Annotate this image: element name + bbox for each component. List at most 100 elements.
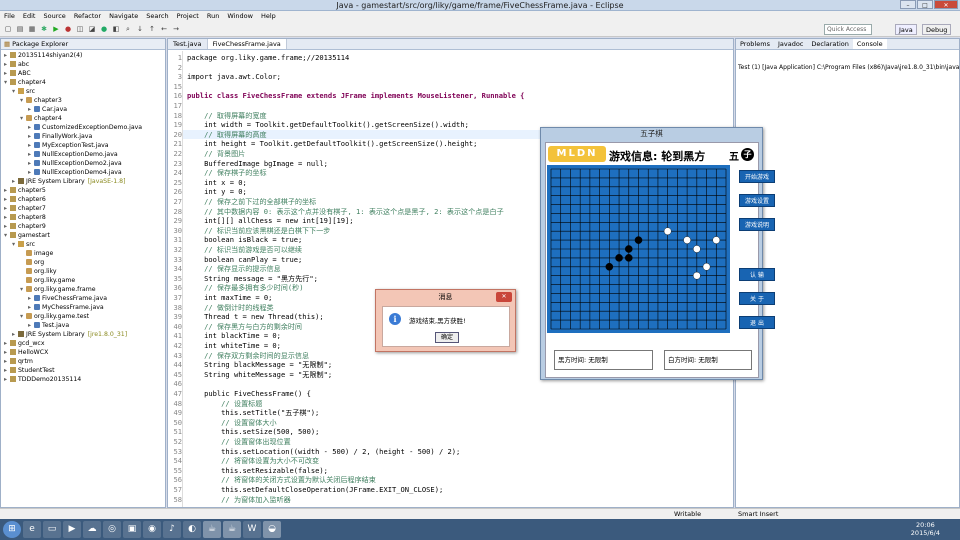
menu-project[interactable]: Project bbox=[177, 11, 199, 22]
firefox-icon[interactable]: ◉ bbox=[143, 521, 161, 538]
code-line[interactable]: // 取得屏幕的高度 bbox=[187, 130, 266, 140]
tree-item[interactable]: org.liky.game bbox=[1, 276, 165, 285]
next-annotation-icon[interactable]: ↓ bbox=[135, 24, 145, 34]
tree-item[interactable]: ▸ FiveChessFrame.java bbox=[1, 294, 165, 303]
new-icon[interactable]: ▢ bbox=[3, 24, 13, 34]
code-line[interactable]: public FiveChessFrame() { bbox=[187, 389, 311, 398]
tree-item[interactable]: ▾ src bbox=[1, 240, 165, 249]
eclipse-icon[interactable]: ◒ bbox=[263, 521, 281, 538]
explorer-icon[interactable]: ▭ bbox=[43, 521, 61, 538]
code-line[interactable]: this.setTitle("五子棋"); bbox=[187, 408, 319, 418]
tree-item[interactable]: ▸ gcd_wcx bbox=[1, 339, 165, 348]
media-player-icon[interactable]: ▶ bbox=[63, 521, 81, 538]
app-icon-3[interactable]: ♪ bbox=[163, 521, 181, 538]
tree-item[interactable]: ▸ qrtm bbox=[1, 357, 165, 366]
code-line[interactable]: int[][] allChess = new int[19][19]; bbox=[187, 216, 353, 225]
tree-item[interactable]: ▸ MyChessFrame.java bbox=[1, 303, 165, 312]
start-button[interactable]: ⊞ bbox=[3, 521, 21, 538]
tree-item[interactable]: ▾ src bbox=[1, 87, 165, 96]
dialog-ok-button[interactable]: 确定 bbox=[435, 332, 459, 343]
tab-declaration[interactable]: Declaration bbox=[807, 39, 852, 49]
code-line[interactable]: String message = "黑方先行"; bbox=[187, 274, 318, 284]
external-tools-icon[interactable]: ● bbox=[63, 24, 73, 34]
start-game-button[interactable]: 开始游戏 bbox=[739, 170, 775, 183]
code-line[interactable]: String whiteMessage = "无限制"; bbox=[187, 370, 332, 380]
tree-item[interactable]: ▸ ABC bbox=[1, 69, 165, 78]
chess-board[interactable] bbox=[547, 165, 730, 333]
code-line[interactable]: this.setSize(500, 500); bbox=[187, 427, 319, 436]
code-line[interactable]: // 保存棋子的坐标 bbox=[187, 168, 266, 178]
code-line[interactable]: // 保存黑方与白方的剩余时间 bbox=[187, 322, 302, 332]
menu-source[interactable]: Source bbox=[43, 11, 65, 22]
tree-item[interactable]: ▸ FinallyWork.java bbox=[1, 132, 165, 141]
code-line[interactable]: int height = Toolkit.getDefaultToolkit()… bbox=[187, 139, 477, 148]
game-canvas[interactable]: MLDN 游戏信息: 轮到黑方 五子 开始游戏 游戏设置 游戏说明 认 输 关 … bbox=[545, 142, 775, 378]
tree-item[interactable]: ▾ chapter3 bbox=[1, 96, 165, 105]
run-icon[interactable]: ▶ bbox=[51, 24, 61, 34]
java-app-icon-1[interactable]: ☕ bbox=[203, 521, 221, 538]
tree-item[interactable]: org bbox=[1, 258, 165, 267]
java-perspective-button[interactable]: Java bbox=[895, 24, 917, 35]
tree-item[interactable]: ▸ NullExceptionDemo4.java bbox=[1, 168, 165, 177]
cloud-icon[interactable]: ☁ bbox=[83, 521, 101, 538]
tree-item[interactable]: ▸ StudentTest bbox=[1, 366, 165, 375]
about-button[interactable]: 关 于 bbox=[739, 292, 775, 305]
menu-search[interactable]: Search bbox=[146, 11, 168, 22]
tree-item[interactable]: ▸ chapter6 bbox=[1, 195, 165, 204]
previous-annotation-icon[interactable]: ↑ bbox=[147, 24, 157, 34]
dialog-close-button[interactable]: ✕ bbox=[496, 292, 512, 302]
code-line[interactable]: public class FiveChessFrame extends JFra… bbox=[187, 91, 524, 100]
menu-window[interactable]: Window bbox=[227, 11, 253, 22]
tab-test-java[interactable]: Test.java bbox=[168, 39, 208, 49]
tree-item[interactable]: ▸ chapter5 bbox=[1, 186, 165, 195]
open-type-icon[interactable]: ◧ bbox=[111, 24, 121, 34]
code-line[interactable]: boolean canPlay = true; bbox=[187, 255, 302, 264]
code-line[interactable]: // 保存最多拥有多少时间(秒) bbox=[187, 283, 303, 293]
tree-item[interactable]: ▸ CustomizedExceptionDemo.java bbox=[1, 123, 165, 132]
app-icon-1[interactable]: ◎ bbox=[103, 521, 121, 538]
tree-item[interactable]: ▾ chapter4 bbox=[1, 78, 165, 87]
menu-run[interactable]: Run bbox=[207, 11, 219, 22]
code-line[interactable]: Thread t = new Thread(this); bbox=[187, 312, 324, 321]
quick-access-input[interactable]: Quick Access bbox=[824, 24, 872, 35]
tree-item[interactable]: ▾ org.liky.game.frame bbox=[1, 285, 165, 294]
forward-icon[interactable]: → bbox=[171, 24, 181, 34]
tree-item[interactable]: ▸ HelloWCX bbox=[1, 348, 165, 357]
exit-button[interactable]: 退 出 bbox=[739, 316, 775, 329]
code-line[interactable]: String blackMessage = "无限制"; bbox=[187, 360, 332, 370]
app-icon-2[interactable]: ▣ bbox=[123, 521, 141, 538]
tree-item[interactable]: ▾ gamestart bbox=[1, 231, 165, 240]
tree-item[interactable]: ▸ chapter8 bbox=[1, 213, 165, 222]
tree-item[interactable]: ▸ JRE System Library [jre1.8.0_31] bbox=[1, 330, 165, 339]
new-class-icon[interactable]: ● bbox=[99, 24, 109, 34]
ie-icon[interactable]: e bbox=[23, 521, 41, 538]
code-line[interactable]: BufferedImage bgImage = null; bbox=[187, 159, 328, 168]
tab-console[interactable]: Console bbox=[852, 39, 887, 49]
tree-item[interactable]: ▾ org.liky.game.test bbox=[1, 312, 165, 321]
code-line[interactable]: this.setResizable(false); bbox=[187, 466, 328, 475]
tree-item[interactable]: ▸ abc bbox=[1, 60, 165, 69]
tab-fivechessframe-java[interactable]: FiveChessFrame.java bbox=[207, 39, 287, 49]
code-line[interactable]: int maxTime = 0; bbox=[187, 293, 272, 302]
tree-item[interactable]: ▸ Car.java bbox=[1, 105, 165, 114]
menu-help[interactable]: Help bbox=[261, 11, 276, 22]
menu-refactor[interactable]: Refactor bbox=[74, 11, 101, 22]
code-line[interactable]: int x = 0; bbox=[187, 178, 247, 187]
app-icon-4[interactable]: ◐ bbox=[183, 521, 201, 538]
tree-item[interactable]: ▸ NullExceptionDemo.java bbox=[1, 150, 165, 159]
search-icon[interactable]: ⌕ bbox=[123, 24, 133, 34]
code-line[interactable]: // 保存显示的提示信息 bbox=[187, 264, 281, 274]
tree-item[interactable]: org.liky bbox=[1, 267, 165, 276]
tree-item[interactable]: ▸ 20135114shiyan2(4) bbox=[1, 51, 165, 60]
debug-perspective-button[interactable]: Debug bbox=[922, 24, 952, 35]
tree-item[interactable]: ▸ chapter7 bbox=[1, 204, 165, 213]
code-line[interactable]: // 标识当前游戏是否可以继续 bbox=[187, 245, 302, 255]
tree-item[interactable]: ▸ JRE System Library [JavaSE-1.8] bbox=[1, 177, 165, 186]
code-line[interactable]: int y = 0; bbox=[187, 187, 247, 196]
code-line[interactable]: // 将窗体设置为大小不可改变 bbox=[187, 456, 319, 466]
tree-item[interactable]: ▸ TDDDemo20135114 bbox=[1, 375, 165, 384]
code-line[interactable]: // 将窗体的关闭方式设置为默认关闭后程序结束 bbox=[187, 475, 376, 485]
tree-item[interactable]: image bbox=[1, 249, 165, 258]
code-line[interactable]: package org.liky.game.frame;//20135114 bbox=[187, 53, 349, 62]
code-line[interactable]: // 标识当前应该黑棋还是白棋下下一步 bbox=[187, 226, 330, 236]
